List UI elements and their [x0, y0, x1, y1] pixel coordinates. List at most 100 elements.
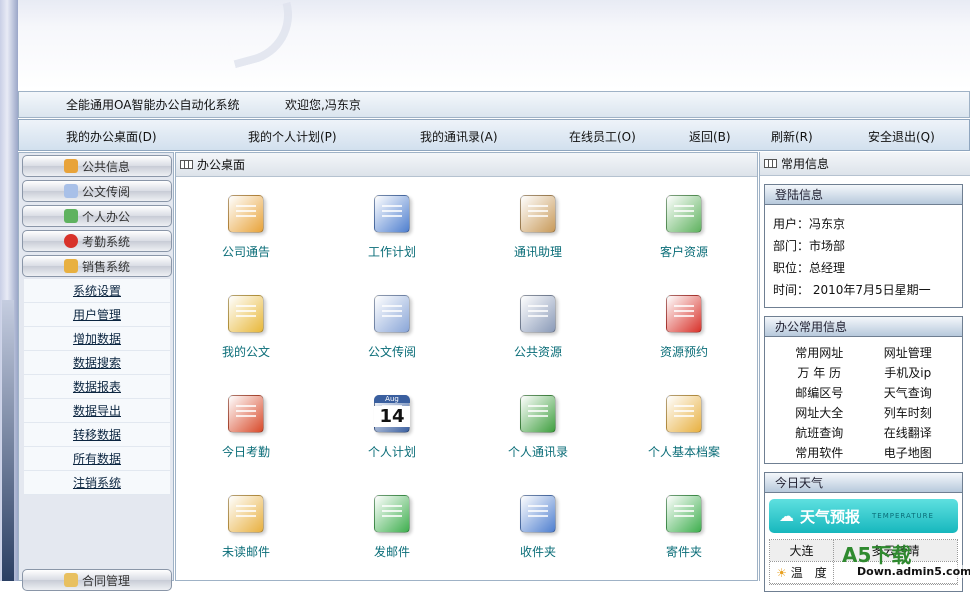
sidebar-sales[interactable]: 销售系统 — [22, 255, 172, 277]
info-panel: 常用信息 登陆信息 用户：冯东京 部门：市场部 职位：总经理 时间： 2010年… — [759, 152, 970, 592]
panel-header: 办公桌面 — [176, 153, 757, 177]
desktop-item[interactable]: 客户资源 — [614, 189, 754, 260]
top-nav: 我的办公桌面(D) 我的个人计划(P) 我的通讯录(A) 在线员工(O) 返回(… — [18, 119, 970, 151]
banner-subtext: TEMPERATURE — [872, 512, 934, 520]
nav-logout[interactable]: 安全退出(Q) — [868, 128, 935, 145]
clock-icon — [63, 234, 78, 248]
desktop-item-label: 资源预约 — [659, 345, 708, 359]
office-link[interactable]: 邮编区号 — [775, 383, 864, 403]
desktop-item[interactable]: 我的公文 — [176, 289, 316, 360]
submenu-search-data[interactable]: 数据搜索 — [24, 351, 170, 375]
desktop-item[interactable]: Aug 14 个人计划 — [322, 389, 462, 460]
office-link[interactable]: 手机及ip — [864, 363, 953, 383]
office-link[interactable]: 万 年 历 — [775, 363, 864, 383]
profile-envelope-icon — [660, 389, 708, 437]
login-info-box: 登陆信息 用户：冯东京 部门：市场部 职位：总经理 时间： 2010年7月5日星… — [764, 184, 963, 308]
panel-title: 常用信息 — [781, 157, 830, 171]
box-icon — [63, 259, 78, 273]
person-icon — [63, 209, 78, 223]
desktop-item[interactable]: 公文传阅 — [322, 289, 462, 360]
car-icon — [660, 289, 708, 337]
desktop-item[interactable]: 通讯助理 — [468, 189, 608, 260]
watermark-url: Down.admin5.com — [857, 565, 970, 578]
nav-back[interactable]: 返回(B) — [689, 128, 731, 145]
nav-desktop[interactable]: 我的办公桌面(D) — [66, 128, 157, 145]
sidebar-label: 合同管理 — [81, 573, 130, 588]
desktop-item-label: 个人基本档案 — [647, 445, 720, 459]
submenu-add-data[interactable]: 增加数据 — [24, 327, 170, 351]
desktop-item-label: 公共资源 — [513, 345, 562, 359]
sidebar-label: 考勤系统 — [81, 234, 130, 249]
desktop-item-label: 收件夹 — [519, 545, 556, 559]
weather-city: 大连 — [770, 540, 834, 561]
desktop-item[interactable]: 发邮件 — [322, 489, 462, 560]
office-link[interactable]: 网址大全 — [775, 403, 864, 423]
nav-refresh[interactable]: 刷新(R) — [771, 128, 813, 145]
watermark-logo: A5下载 — [842, 543, 912, 567]
desktop-item-label: 公司通告 — [221, 245, 270, 259]
nav-contacts[interactable]: 我的通讯录(A) — [420, 128, 498, 145]
submenu-export-data[interactable]: 数据导出 — [24, 399, 170, 423]
desktop-item-label: 个人计划 — [367, 445, 416, 459]
desktop-item-label: 个人通讯录 — [507, 445, 568, 459]
office-link[interactable]: 网址管理 — [864, 343, 953, 363]
address-book-icon — [514, 189, 562, 237]
desktop-item[interactable]: 资源预约 — [614, 289, 754, 360]
desktop-item[interactable]: 公共资源 — [468, 289, 608, 360]
outbox-icon — [660, 489, 708, 537]
office-link[interactable]: 常用网址 — [775, 343, 864, 363]
desktop-item[interactable]: 寄件夹 — [614, 489, 754, 560]
nav-online-staff[interactable]: 在线员工(O) — [569, 128, 636, 145]
contact-card-icon — [660, 189, 708, 237]
top-banner — [18, 0, 970, 90]
send-mail-icon — [368, 489, 416, 537]
panel-title: 办公桌面 — [197, 158, 246, 172]
documents-icon — [368, 289, 416, 337]
submenu-transfer-data[interactable]: 转移数据 — [24, 423, 170, 447]
calendar-icon — [368, 189, 416, 237]
office-link[interactable]: 常用软件 — [775, 443, 864, 463]
desktop-item-label: 寄件夹 — [665, 545, 702, 559]
sidebar-attendance[interactable]: 考勤系统 — [22, 230, 172, 252]
office-link[interactable]: 电子地图 — [864, 443, 953, 463]
box-title: 今日天气 — [765, 473, 962, 493]
sidebar-label: 销售系统 — [81, 259, 130, 274]
panel-header: 常用信息 — [760, 152, 970, 176]
submenu-logout-system[interactable]: 注销系统 — [24, 471, 170, 495]
submenu-user-management[interactable]: 用户管理 — [24, 303, 170, 327]
weather-temp-label: 温 度 — [790, 566, 827, 580]
office-link[interactable]: 天气查询 — [864, 383, 953, 403]
submenu-system-settings[interactable]: 系统设置 — [24, 279, 170, 303]
office-link[interactable]: 在线翻译 — [864, 423, 953, 443]
sidebar-label: 个人办公 — [81, 209, 130, 224]
sidebar-public-info[interactable]: 公共信息 — [22, 155, 172, 177]
nav-personal-plan[interactable]: 我的个人计划(P) — [248, 128, 337, 145]
sidebar-personal-office[interactable]: 个人办公 — [22, 205, 172, 227]
login-time: 时间： 2010年7月5日星期一 — [773, 283, 931, 297]
sidebar-contract-management[interactable]: 合同管理 — [22, 569, 172, 591]
sidebar-document-circulation[interactable]: 公文传阅 — [22, 180, 172, 202]
login-user: 用户：冯东京 — [773, 217, 846, 231]
office-link[interactable]: 航班查询 — [775, 423, 864, 443]
sidebar-label: 公文传阅 — [81, 184, 130, 199]
desktop-item[interactable]: 个人通讯录 — [468, 389, 608, 460]
person-book-icon — [514, 389, 562, 437]
inbox-icon — [514, 489, 562, 537]
date-14-icon: Aug 14 — [368, 389, 416, 437]
submenu-data-report[interactable]: 数据报表 — [24, 375, 170, 399]
printer-icon — [514, 289, 562, 337]
welcome-text: 欢迎您,冯东京 — [285, 98, 361, 112]
desktop-item[interactable]: 个人基本档案 — [614, 389, 754, 460]
desktop-item-label: 客户资源 — [659, 245, 708, 259]
desktop-item[interactable]: 收件夹 — [468, 489, 608, 560]
desktop-item[interactable]: 今日考勤 — [176, 389, 316, 460]
mail-clock-icon — [222, 489, 270, 537]
desktop-item[interactable]: 工作计划 — [322, 189, 462, 260]
office-link[interactable]: 列车时刻 — [864, 403, 953, 423]
banner-text: 天气预报 — [800, 507, 861, 526]
cloud-sun-icon: ☁ — [779, 507, 794, 525]
desktop-item[interactable]: 未读邮件 — [176, 489, 316, 560]
box-title: 登陆信息 — [765, 185, 962, 205]
submenu-all-data[interactable]: 所有数据 — [24, 447, 170, 471]
desktop-item[interactable]: 公司通告 — [176, 189, 316, 260]
